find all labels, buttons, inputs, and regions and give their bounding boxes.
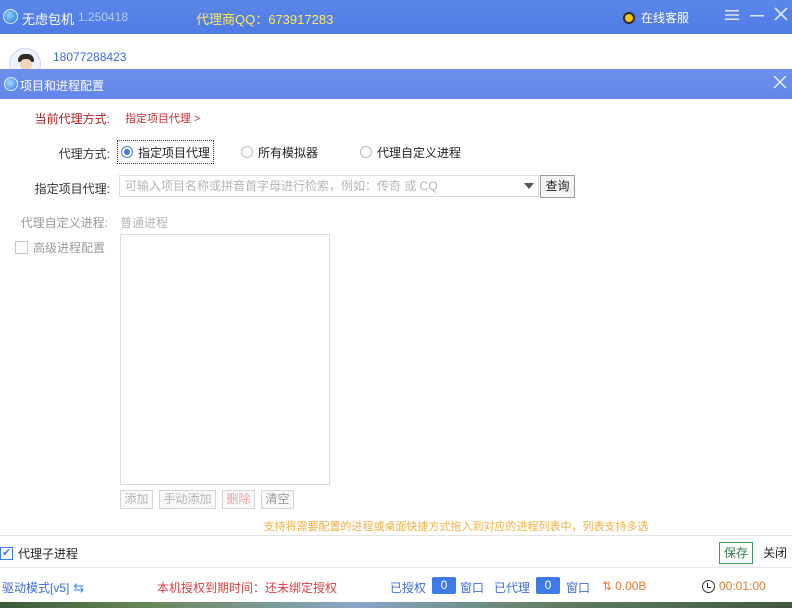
dialog-close-icon[interactable]: [770, 73, 790, 93]
radio-label: 代理自定义进程: [377, 145, 462, 160]
menu-icon[interactable]: [722, 7, 742, 27]
app-version: 1.250418: [78, 10, 129, 24]
authorized-count-badge: 0: [432, 577, 456, 594]
add-button[interactable]: 添加: [120, 490, 153, 509]
radio-label: 所有模拟器: [258, 145, 319, 160]
radio-selected-icon: [121, 146, 133, 158]
radio-empty-icon: [241, 146, 253, 158]
proxied-count-badge: 0: [536, 577, 560, 594]
proxied-label: 已代理: [494, 581, 531, 595]
driver-mode[interactable]: 驱动模式[v5] ⇆: [2, 579, 84, 596]
radio-empty-icon: [360, 146, 372, 158]
online-service-label: 在线客服: [641, 11, 690, 25]
checkbox-checked-icon: ✔: [0, 547, 13, 560]
child-process-label: 代理子进程: [18, 547, 79, 561]
driver-mode-label: 驱动模式[v5]: [2, 581, 70, 595]
current-mode-value[interactable]: 指定项目代理 >: [125, 110, 200, 126]
transfer-arrows-icon: ⇅: [602, 579, 613, 593]
drag-tip: 支持将需要配置的进程或桌面快捷方式拖入到对应的进程列表中，列表支持多选: [263, 521, 649, 533]
radio-all-emulators[interactable]: 所有模拟器: [241, 144, 318, 160]
delete-button[interactable]: 删除: [222, 490, 255, 509]
status-bar: 驱动模式[v5] ⇆ 本机授权到期时间：还未绑定授权 已授权 0 窗口 已代理 …: [0, 567, 792, 602]
project-label: 指定项目代理:: [34, 182, 110, 196]
user-phone[interactable]: 18077288423: [53, 50, 126, 64]
close-icon[interactable]: [771, 7, 791, 27]
current-mode-label: 当前代理方式:: [34, 112, 110, 126]
service-status-icon: [623, 11, 635, 24]
radio-specified-project[interactable]: 指定项目代理: [116, 140, 215, 164]
child-process-toggle[interactable]: ✔ 代理子进程: [0, 545, 78, 562]
online-service-button[interactable]: 在线客服: [623, 9, 689, 26]
clear-button[interactable]: 清空: [261, 490, 294, 509]
project-search-combo[interactable]: [119, 175, 539, 197]
radio-label: 指定项目代理: [138, 145, 211, 160]
window-label: 窗口: [566, 581, 591, 595]
save-button[interactable]: 保存: [719, 542, 753, 564]
advanced-process-toggle[interactable]: 高级进程配置: [15, 239, 105, 256]
close-button[interactable]: 关闭: [760, 542, 790, 564]
app-titlebar: 无虑包机 1.250418 代理商QQ：673917283 在线客服: [0, 0, 792, 34]
traffic-speed: ⇅ 0.00B: [602, 579, 646, 593]
timer-value: 00:01:00: [719, 579, 766, 593]
speed-value: 0.00B: [615, 579, 647, 593]
background-scenery: [0, 602, 792, 608]
dialog-titlebar: 项目和进程配置: [0, 69, 792, 99]
agent-qq: 代理商QQ：673917283: [196, 12, 334, 27]
proxy-mode-label: 代理方式:: [58, 147, 110, 161]
clock-icon: [702, 579, 715, 593]
session-timer: 00:01:00: [702, 579, 766, 593]
process-type[interactable]: 普通进程: [120, 214, 168, 231]
process-list[interactable]: [120, 234, 330, 485]
dialog-footer: ✔ 代理子进程 保存 关闭: [0, 535, 792, 567]
auth-expiry: 本机授权到期时间：还未绑定授权: [157, 581, 338, 595]
project-search-input[interactable]: [120, 176, 515, 196]
app-logo-icon: [3, 9, 18, 24]
query-button[interactable]: 查询: [540, 175, 575, 198]
advanced-process-label: 高级进程配置: [33, 241, 106, 255]
sync-icon[interactable]: ⇆: [73, 580, 84, 596]
checkbox-icon: [15, 241, 28, 254]
app-name: 无虑包机: [22, 12, 75, 27]
custom-process-label: 代理自定义进程:: [20, 216, 108, 230]
authorized-label: 已授权: [390, 581, 427, 595]
minimize-icon[interactable]: [747, 7, 767, 27]
chevron-down-icon[interactable]: [524, 183, 534, 189]
dialog-title: 项目和进程配置: [20, 79, 105, 93]
window-label: 窗口: [460, 581, 485, 595]
manual-add-button[interactable]: 手动添加: [159, 490, 216, 509]
user-strip: 18077288423: [0, 34, 792, 80]
dialog-logo-icon: [4, 77, 18, 91]
radio-custom-process[interactable]: 代理自定义进程: [360, 144, 461, 160]
